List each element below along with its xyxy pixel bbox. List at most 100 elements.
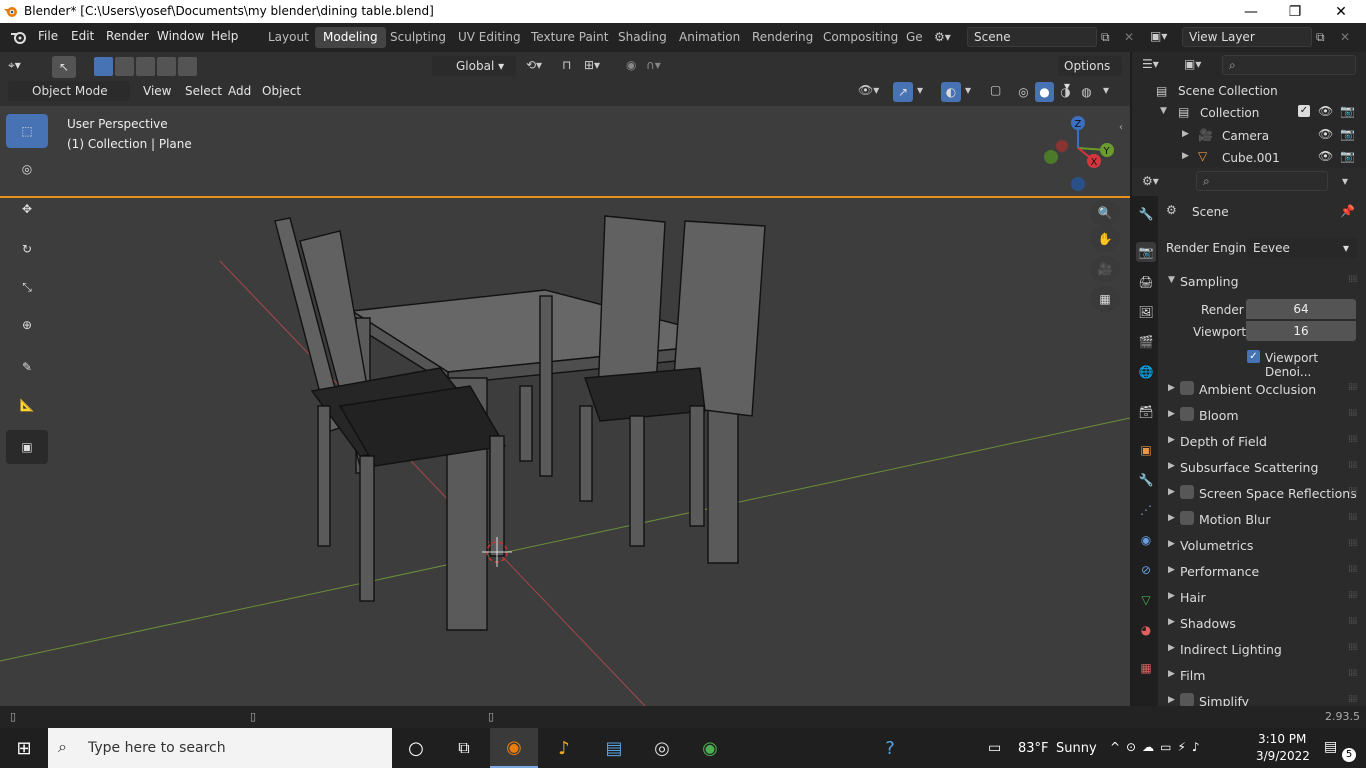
wireframe-shading-icon[interactable]: ◎ [1014, 82, 1033, 102]
snap-icon[interactable]: ⊓ [562, 58, 571, 72]
menu-render[interactable]: Render [106, 29, 149, 43]
restore-button[interactable]: ❐ [1272, 0, 1318, 23]
gizmo-dropdown-icon[interactable]: ▾ [917, 83, 923, 97]
menu-select[interactable]: Select [179, 81, 228, 101]
scale-tool-icon[interactable]: ⤡ [6, 270, 48, 304]
tab-uv-editing[interactable]: UV Editing [450, 27, 529, 48]
panel-subsurface-scattering[interactable]: ▶ Subsurface Scattering ⁞⁞⁞⁞ [1160, 456, 1358, 480]
solid-shading-icon[interactable]: ● [1035, 82, 1054, 102]
tab-modeling[interactable]: Modeling [315, 27, 386, 48]
falloff-icon[interactable]: ∩▾ [646, 58, 661, 72]
modifier-tab-icon[interactable]: 🔧 [1136, 470, 1156, 490]
visibility-icon[interactable]: 👁▾ [858, 83, 879, 97]
output-tab-icon[interactable]: 🖨 [1136, 272, 1156, 292]
panel-enable-checkbox[interactable] [1180, 693, 1194, 707]
tab-texture-paint[interactable]: Texture Paint [523, 27, 616, 48]
render-samples-field[interactable]: 64 [1246, 299, 1356, 319]
editor-type-icon[interactable]: ⌖▾ [8, 58, 21, 73]
grip-icon[interactable]: ⁞⁞⁞⁞ [1348, 274, 1358, 285]
scene-tab-icon[interactable]: 🎬 [1136, 332, 1156, 352]
panel-screen-space-reflections[interactable]: ▶ Screen Space Reflections ⁞⁞⁞⁞ [1160, 482, 1358, 506]
move-tool-icon[interactable]: ✥ [6, 192, 48, 226]
options-dropdown[interactable]: Options ▾ [1058, 56, 1122, 93]
overlay-toggle-icon[interactable]: ◐ [941, 82, 961, 102]
panel-film[interactable]: ▶ Film ⁞⁞⁞⁞ [1160, 664, 1358, 688]
properties-search-input[interactable]: ⌕ [1196, 171, 1328, 191]
render-tab-icon[interactable]: 📷 [1136, 242, 1156, 262]
grip-icon[interactable]: ⁞⁞⁞⁞ [1348, 408, 1358, 419]
xray-icon[interactable]: ▢ [990, 83, 1001, 97]
select-box-tool-icon[interactable]: ⬚ [6, 114, 48, 148]
scene-name-field[interactable]: Scene [967, 27, 1097, 47]
constraints-tab-icon[interactable]: ⊘ [1136, 560, 1156, 580]
collection-render-icon[interactable]: 📷 [1340, 104, 1355, 118]
new-view-layer-icon[interactable]: ⧉ [1316, 30, 1325, 45]
viewport-denoise-checkbox[interactable]: ✓ [1247, 350, 1260, 363]
material-tab-icon[interactable]: ◕ [1136, 620, 1156, 640]
panel-motion-blur[interactable]: ▶ Motion Blur ⁞⁞⁞⁞ [1160, 508, 1358, 532]
3d-viewport[interactable] [0, 106, 1130, 706]
transform-orientation-dropdown[interactable]: Global ▾ [432, 56, 516, 76]
collection-tab-icon[interactable]: 🗃 [1136, 402, 1156, 422]
weather-condition[interactable]: Sunny [1056, 741, 1097, 756]
tab-animation[interactable]: Animation [671, 27, 748, 48]
taskbar-blender-icon[interactable]: ◉ [490, 728, 538, 768]
tab-shading[interactable]: Shading [610, 27, 675, 48]
select-tool-icon[interactable]: ↖ [52, 56, 76, 78]
grip-icon[interactable]: ⁞⁞⁞⁞ [1348, 668, 1358, 679]
minimize-button[interactable]: — [1228, 0, 1274, 23]
camera-expand-icon[interactable]: ▶ [1182, 129, 1189, 139]
taskbar-obs-icon[interactable]: ◎ [638, 728, 686, 768]
new-scene-icon[interactable]: ⧉ [1101, 30, 1110, 45]
pin-icon[interactable]: 📌 [1340, 204, 1355, 218]
view-layer-tab-icon[interactable]: 🖼 [1136, 302, 1156, 322]
windows-start-icon[interactable]: ⊞ [0, 728, 48, 768]
system-tray-icons[interactable]: ^⊙☁▭⚡♪ [1110, 740, 1206, 754]
panel-sampling[interactable]: ▼ Sampling ⁞⁞⁞⁞ [1160, 270, 1358, 294]
texture-tab-icon[interactable]: ▦ [1136, 658, 1156, 678]
proportional-edit-icon[interactable]: ◉ [626, 58, 636, 72]
panel-ambient-occlusion[interactable]: ▶ Ambient Occlusion ⁞⁞⁞⁞ [1160, 378, 1358, 402]
cursor-tool-icon[interactable]: ◎ [6, 152, 48, 186]
menu-add[interactable]: Add [222, 81, 257, 101]
properties-options-icon[interactable]: ▾ [1342, 174, 1348, 188]
grip-icon[interactable]: ⁞⁞⁞⁞ [1348, 642, 1358, 653]
scene-collection-label[interactable]: Scene Collection [1178, 84, 1278, 98]
select-new-icon[interactable] [94, 57, 113, 76]
clock-time[interactable]: 3:10 PM [1258, 732, 1306, 746]
panel-bloom[interactable]: ▶ Bloom ⁞⁞⁞⁞ [1160, 404, 1358, 428]
view-layer-field[interactable]: View Layer [1182, 27, 1312, 47]
close-window-button[interactable]: ✕ [1318, 0, 1364, 23]
panel-enable-checkbox[interactable] [1180, 485, 1194, 499]
camera-visibility-icon[interactable]: 👁 [1318, 127, 1333, 141]
menu-file[interactable]: File [38, 29, 58, 43]
panel-shadows[interactable]: ▶ Shadows ⁞⁞⁞⁞ [1160, 612, 1358, 636]
delete-view-layer-icon[interactable]: ✕ [1340, 30, 1350, 44]
outliner-editor-icon[interactable]: ☰▾ [1142, 57, 1159, 71]
shading-dropdown-icon[interactable]: ▾ [1103, 83, 1109, 97]
grip-icon[interactable]: ⁞⁞⁞⁞ [1348, 486, 1358, 497]
collection-checkbox[interactable]: ✓ [1298, 105, 1310, 117]
tab-layout[interactable]: Layout [260, 27, 317, 48]
grip-icon[interactable]: ⁞⁞⁞⁞ [1348, 538, 1358, 549]
menu-view[interactable]: View [137, 81, 177, 101]
snap-target-icon[interactable]: ⊞▾ [584, 58, 600, 72]
annotate-tool-icon[interactable]: ✎ [6, 350, 48, 384]
camera-render-icon[interactable]: 📷 [1340, 127, 1355, 141]
tab-geometry-nodes[interactable]: Ge [898, 27, 931, 48]
panel-enable-checkbox[interactable] [1180, 381, 1194, 395]
physics-tab-icon[interactable]: ◉ [1136, 530, 1156, 550]
grip-icon[interactable]: ⁞⁞⁞⁞ [1348, 382, 1358, 393]
cortana-icon[interactable]: ○ [392, 728, 440, 768]
object-tab-icon[interactable]: ▣ [1136, 440, 1156, 460]
grip-icon[interactable]: ⁞⁞⁞⁞ [1348, 512, 1358, 523]
world-tab-icon[interactable]: 🌐 [1136, 362, 1156, 382]
menu-object[interactable]: Object [256, 81, 307, 101]
viewport-samples-field[interactable]: 16 [1246, 321, 1356, 341]
collection-label[interactable]: Collection [1200, 106, 1259, 120]
outliner-item-cube[interactable]: Cube.001 [1222, 151, 1280, 165]
measure-tool-icon[interactable]: 📐 [6, 388, 48, 422]
panel-volumetrics[interactable]: ▶ Volumetrics ⁞⁞⁞⁞ [1160, 534, 1358, 558]
panel-depth-of-field[interactable]: ▶ Depth of Field ⁞⁞⁞⁞ [1160, 430, 1358, 454]
grip-icon[interactable]: ⁞⁞⁞⁞ [1348, 460, 1358, 471]
